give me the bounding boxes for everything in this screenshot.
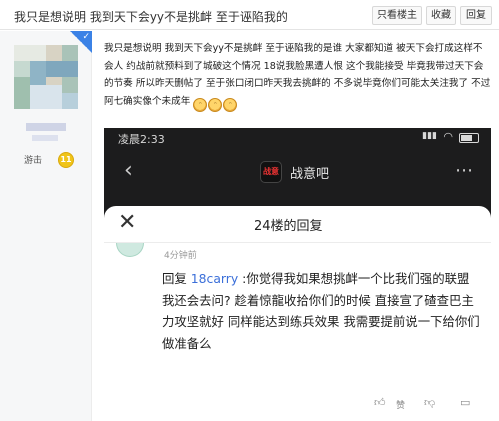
reply-actions: 👍︎ 赞 👎︎ ▭ — [372, 396, 487, 414]
avatar[interactable] — [14, 45, 78, 109]
sheet-title: 24楼的回复 — [254, 219, 323, 234]
reply-avatar — [116, 243, 144, 257]
post-title: 我只是想说明 我到天下会yy不是挑衅 至于诬陷我的 — [14, 10, 288, 24]
reply-timestamp: 4分钟前 — [164, 251, 197, 261]
grin-emoji-icon: ᵔ — [193, 97, 208, 112]
reply-button[interactable]: 回复 — [460, 6, 492, 25]
status-time: 凌晨2:33 — [118, 133, 165, 146]
grin-emoji-icon: ᵔ — [208, 97, 223, 112]
only-op-button[interactable]: 只看楼主 — [372, 6, 422, 25]
post-body-text: 我只是想说明 我到天下会yy不是挑衅 至于诬陷我的是谁 大家都知道 被天下会打成… — [104, 43, 491, 107]
close-icon: ✕ — [118, 210, 137, 235]
forum-name: 战意吧 — [290, 167, 330, 182]
more-icon: ⋯ — [455, 160, 473, 181]
reply-prefix: 回复 — [162, 271, 191, 286]
grin-emoji-icon: ᵔ — [223, 97, 238, 112]
reply-sheet: ✕ 24楼的回复 4分钟前 回复 18carry :你觉得我如果想挑衅一个比我们… — [104, 206, 491, 421]
author-panel: ✓ 游击 11 — [0, 31, 92, 421]
battery-icon — [459, 133, 479, 143]
thumbs-up-icon: 👍︎ — [374, 396, 386, 409]
forum-logo-icon: 战意 — [260, 161, 282, 183]
like-label: 赞 — [396, 401, 406, 411]
post-title-bar: 我只是想说明 我到天下会yy不是挑衅 至于诬陷我的 只看楼主 收藏 回复 — [0, 0, 499, 30]
back-arrow-icon: ‹ — [124, 158, 133, 183]
level-title: 游击 — [24, 156, 43, 166]
comment-icon: ▭ — [460, 396, 471, 409]
author-subtitle-blurred — [32, 135, 58, 141]
level-row: 游击 11 — [14, 151, 78, 169]
author-name-blurred[interactable] — [26, 123, 66, 131]
favorite-button[interactable]: 收藏 — [426, 6, 456, 25]
divider — [104, 242, 491, 243]
signal-icon: ▮▮▮ — [422, 131, 437, 141]
reply-content: 回复 18carry :你觉得我如果想挑衅一个比我们强的联盟 我还会去问? 趁着… — [162, 268, 480, 354]
screenshot-nav-bar: ‹ 战意 战意吧 ⋯ — [104, 152, 491, 190]
wifi-icon: ◠ — [443, 130, 453, 143]
post-content: 我只是想说明 我到天下会yy不是挑衅 至于诬陷我的是谁 大家都知道 被天下会打成… — [104, 40, 492, 112]
level-badge: 11 — [58, 152, 74, 168]
thumbs-down-icon: 👎︎ — [424, 396, 436, 409]
embedded-screenshot[interactable]: 凌晨2:33 ▮▮▮ ◠ ‹ 战意 战意吧 ⋯ ✕ 24楼的回复 4分钟前 回复… — [104, 128, 491, 421]
reply-username: 18carry — [190, 271, 239, 286]
